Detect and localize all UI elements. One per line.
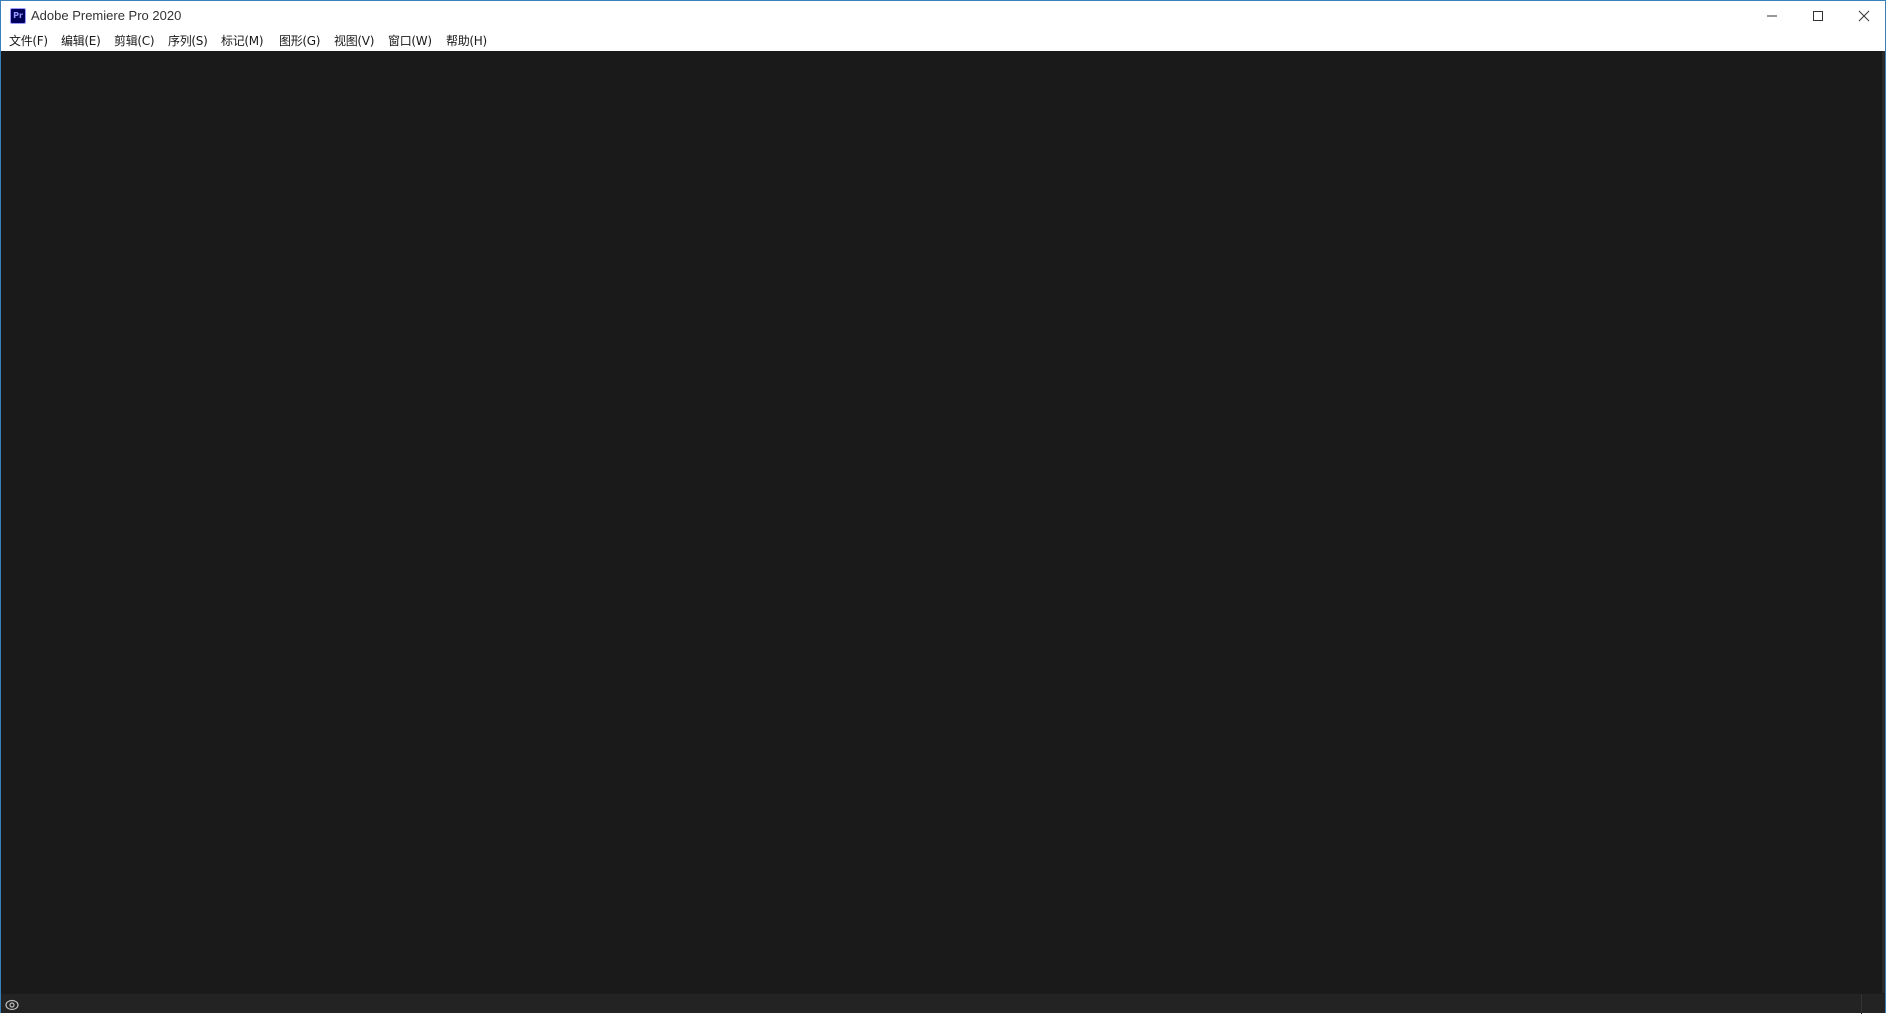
- close-button[interactable]: [1841, 1, 1886, 31]
- menu-clip[interactable]: 剪辑(C): [114, 33, 155, 49]
- menu-help[interactable]: 帮助(H): [446, 33, 487, 49]
- menu-window[interactable]: 窗口(W): [388, 33, 432, 49]
- app-window: Pr Adobe Premiere Pro 2020 文件(F) 编辑(E) 剪…: [0, 0, 1886, 1014]
- title-bar[interactable]: Pr Adobe Premiere Pro 2020: [1, 1, 1885, 31]
- minimize-icon: [1767, 15, 1777, 17]
- menu-graphics[interactable]: 图形(G): [279, 33, 320, 49]
- menu-file[interactable]: 文件(F): [9, 33, 48, 49]
- maximize-icon: [1813, 11, 1823, 21]
- menu-bar: 文件(F) 编辑(E) 剪辑(C) 序列(S) 标记(M) 图形(G) 视图(V…: [1, 31, 1885, 51]
- minimize-button[interactable]: [1749, 1, 1795, 31]
- premiere-app-icon[interactable]: Pr: [10, 8, 26, 24]
- app-icon-label: Pr: [13, 11, 23, 20]
- menu-view[interactable]: 视图(V): [334, 33, 374, 49]
- menu-edit[interactable]: 编辑(E): [61, 33, 101, 49]
- maximize-button[interactable]: [1795, 1, 1841, 31]
- window-title: Adobe Premiere Pro 2020: [31, 8, 182, 23]
- menu-sequence[interactable]: 序列(S): [168, 33, 208, 49]
- workspace-right-edge: [1882, 51, 1885, 993]
- creative-cloud-sync-icon[interactable]: [5, 997, 19, 1011]
- status-divider: [1861, 994, 1862, 1014]
- workspace-area[interactable]: [1, 51, 1885, 993]
- close-icon: [1858, 10, 1870, 22]
- status-bar: [1, 993, 1885, 1014]
- menu-markers[interactable]: 标记(M): [221, 33, 264, 49]
